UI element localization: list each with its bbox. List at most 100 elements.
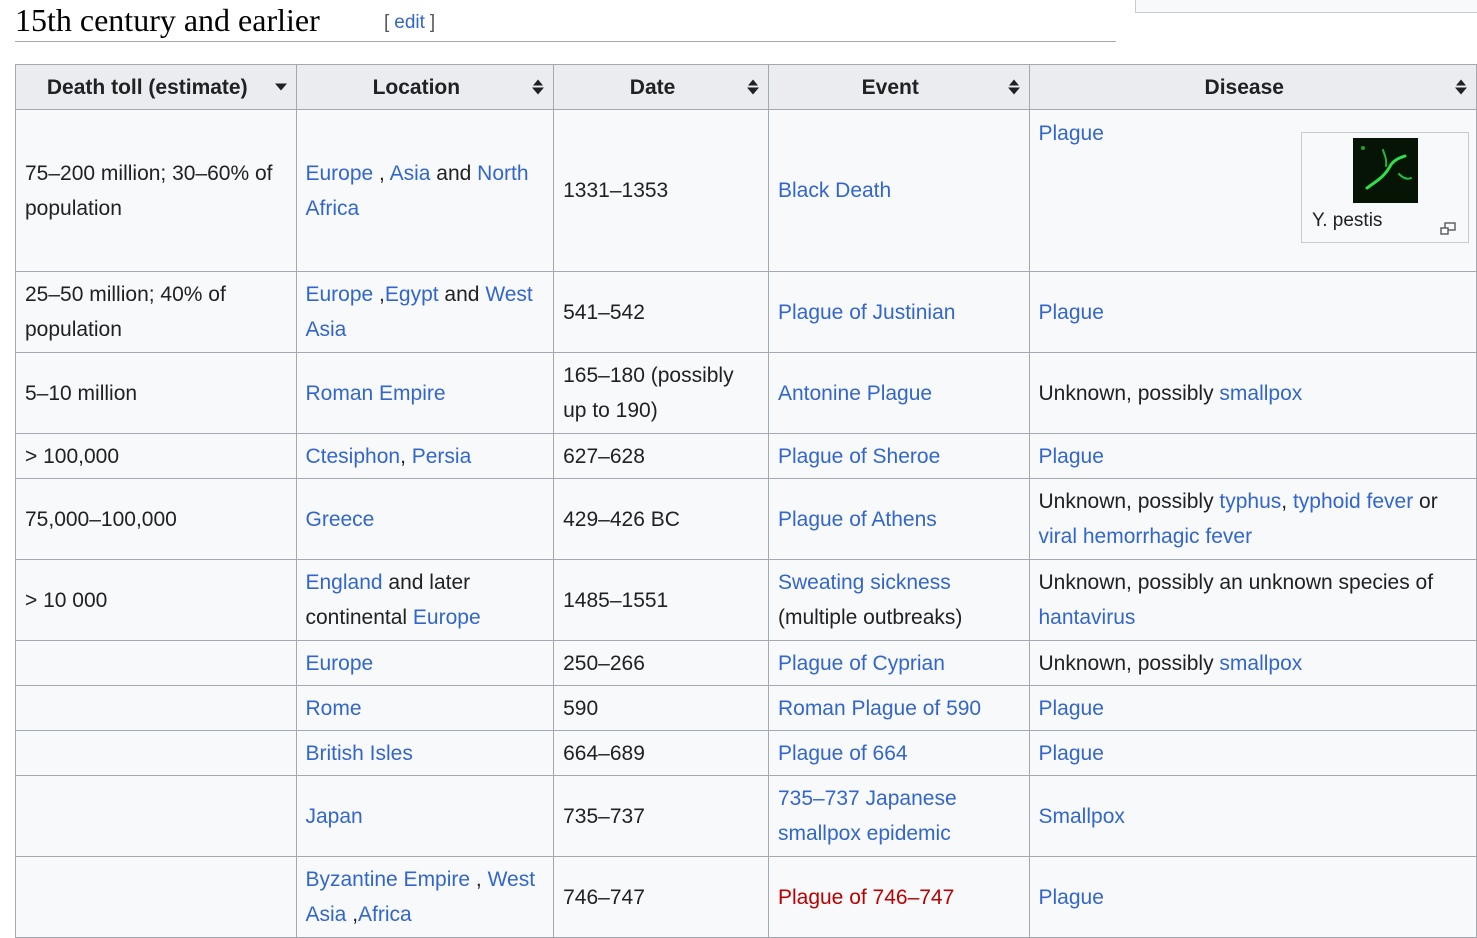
table-row: Rome 590 Roman Plague of 590 Plague xyxy=(15,685,1477,731)
link[interactable]: Smallpox xyxy=(1039,805,1125,828)
column-header-label: Death toll (estimate) xyxy=(46,75,248,99)
date-cell: 429–426 BC xyxy=(553,478,769,560)
link[interactable]: Egypt xyxy=(385,283,439,306)
edit-link[interactable]: edit xyxy=(394,12,425,33)
sort-both-icon[interactable] xyxy=(746,79,759,95)
date-cell: 541–542 xyxy=(553,271,769,353)
location-cell: Japan xyxy=(295,775,555,857)
table-header-row: Death toll (estimate) Location Date Event Di… xyxy=(15,64,1477,110)
link[interactable]: Japan xyxy=(306,805,363,828)
cell-text: and xyxy=(430,161,478,185)
disease-cell: Plague xyxy=(1028,685,1477,731)
cell-text: Unknown, possibly xyxy=(1038,381,1220,405)
disease-cell: Plague xyxy=(1028,271,1477,353)
link[interactable]: Europe xyxy=(306,162,374,185)
link[interactable]: viral hemorrhagic fever xyxy=(1039,525,1253,548)
link[interactable]: Plague xyxy=(1039,697,1104,720)
link[interactable]: Europe xyxy=(413,606,481,629)
disease-cell: Unknown, possibly smallpox xyxy=(1028,640,1477,686)
cell-text: or xyxy=(1413,490,1438,513)
column-header-event[interactable]: Event xyxy=(767,64,1030,110)
death-toll-cell: 5–10 million xyxy=(15,352,297,434)
table-row: 75–200 million; 30–60% of population Euro… xyxy=(15,109,1477,272)
date-cell: 165–180 (possibly up to 190) xyxy=(553,352,769,434)
sort-both-icon[interactable] xyxy=(1455,79,1467,95)
location-cell: Rome xyxy=(295,685,555,731)
link[interactable]: British Isles xyxy=(306,742,413,765)
disease-cell: Smallpox xyxy=(1028,775,1477,857)
link[interactable]: Europe xyxy=(306,283,374,306)
death-toll-cell: 25–50 million; 40% of population xyxy=(15,271,297,353)
location-cell: Byzantine Empire , West Asia ,Africa xyxy=(295,856,555,938)
disease-cell: Unknown, possibly typhus, typhoid fever … xyxy=(1028,478,1477,560)
link[interactable]: Roman Empire xyxy=(306,382,446,405)
red-link[interactable]: Plague of 746–747 xyxy=(778,886,954,909)
sort-both-icon[interactable] xyxy=(532,79,545,95)
link[interactable]: Plague xyxy=(1039,445,1104,468)
date-cell: 746–747 xyxy=(553,856,769,938)
link[interactable]: Antonine Plague xyxy=(778,382,932,405)
date-cell: 590 xyxy=(553,685,769,731)
link[interactable]: Asia xyxy=(390,162,431,185)
link[interactable]: Plague xyxy=(1039,122,1104,145)
link[interactable]: England xyxy=(306,571,383,594)
yersinia-pestis-image[interactable] xyxy=(1353,138,1418,203)
cell-text: , xyxy=(1281,490,1293,513)
event-cell: Plague of Sheroe xyxy=(767,433,1030,479)
link[interactable]: typhus xyxy=(1219,490,1281,513)
link[interactable]: Roman Plague of 590 xyxy=(778,697,981,720)
column-header-disease[interactable]: Disease xyxy=(1028,64,1477,110)
cell-text: , xyxy=(470,868,488,891)
link[interactable]: Plague xyxy=(1039,886,1104,909)
table-row: Byzantine Empire , West Asia ,Africa 746–… xyxy=(15,856,1477,938)
link[interactable]: Europe xyxy=(306,652,374,675)
link[interactable]: hantavirus xyxy=(1039,606,1136,629)
death-toll-cell xyxy=(15,685,297,731)
event-cell: Plague of 746–747 xyxy=(767,856,1030,938)
disease-cell: Plague xyxy=(1028,433,1477,479)
link[interactable]: Plague of Cyprian xyxy=(778,652,945,675)
death-toll-cell xyxy=(15,640,297,686)
cell-text: , xyxy=(400,444,412,468)
cell-text: , xyxy=(346,903,359,926)
column-header-label: Disease xyxy=(1204,75,1284,99)
magnify-icon[interactable] xyxy=(1440,211,1456,235)
link[interactable]: Plague xyxy=(1039,301,1104,324)
sort-both-icon[interactable] xyxy=(1007,79,1020,95)
link[interactable]: smallpox xyxy=(1219,652,1302,675)
link[interactable]: Greece xyxy=(306,508,375,531)
link[interactable]: Sweating sickness xyxy=(778,571,951,594)
column-header-date[interactable]: Date xyxy=(553,64,769,110)
link[interactable]: typhoid fever xyxy=(1293,490,1413,513)
date-cell: 1331–1353 xyxy=(553,109,769,272)
location-cell: England and later continental Europe xyxy=(295,559,555,641)
location-cell: Europe ,Egypt and West Asia xyxy=(295,271,555,353)
location-cell: Roman Empire xyxy=(295,352,555,434)
link[interactable]: Persia xyxy=(412,445,472,468)
link[interactable]: Rome xyxy=(306,697,362,720)
event-cell: Plague of Athens xyxy=(767,478,1030,560)
link[interactable]: Plague of 664 xyxy=(778,742,908,765)
column-header-death-toll[interactable]: Death toll (estimate) xyxy=(15,64,297,110)
disease-cell: Y. pestis Plague xyxy=(1028,109,1477,272)
column-header-location[interactable]: Location xyxy=(295,64,555,110)
link[interactable]: smallpox xyxy=(1219,382,1302,405)
link[interactable]: Africa xyxy=(358,903,412,926)
table-row: 5–10 million Roman Empire 165–180 (possibl… xyxy=(15,352,1477,434)
thumbnail[interactable]: Y. pestis xyxy=(1301,132,1469,243)
cell-text: Unknown, possibly an unknown species of xyxy=(1038,571,1434,594)
sorted-descending-icon[interactable] xyxy=(274,83,287,91)
link[interactable]: Plague of Athens xyxy=(778,508,937,531)
event-cell: Antonine Plague xyxy=(767,352,1030,434)
link[interactable]: 735–737 Japanese smallpox epidemic xyxy=(778,787,957,845)
link[interactable]: Plague of Justinian xyxy=(778,301,955,324)
link[interactable]: Byzantine Empire xyxy=(306,868,471,891)
event-cell: Sweating sickness (multiple outbreaks) xyxy=(767,559,1030,641)
event-cell: Black Death xyxy=(767,109,1030,272)
link[interactable]: Plague xyxy=(1039,742,1104,765)
table-row: British Isles 664–689 Plague of 664 Plague xyxy=(15,730,1477,776)
link[interactable]: Plague of Sheroe xyxy=(778,445,940,468)
location-cell: Europe , Asia and North Africa xyxy=(295,109,555,272)
link[interactable]: Black Death xyxy=(778,179,891,202)
link[interactable]: Ctesiphon xyxy=(306,445,401,468)
